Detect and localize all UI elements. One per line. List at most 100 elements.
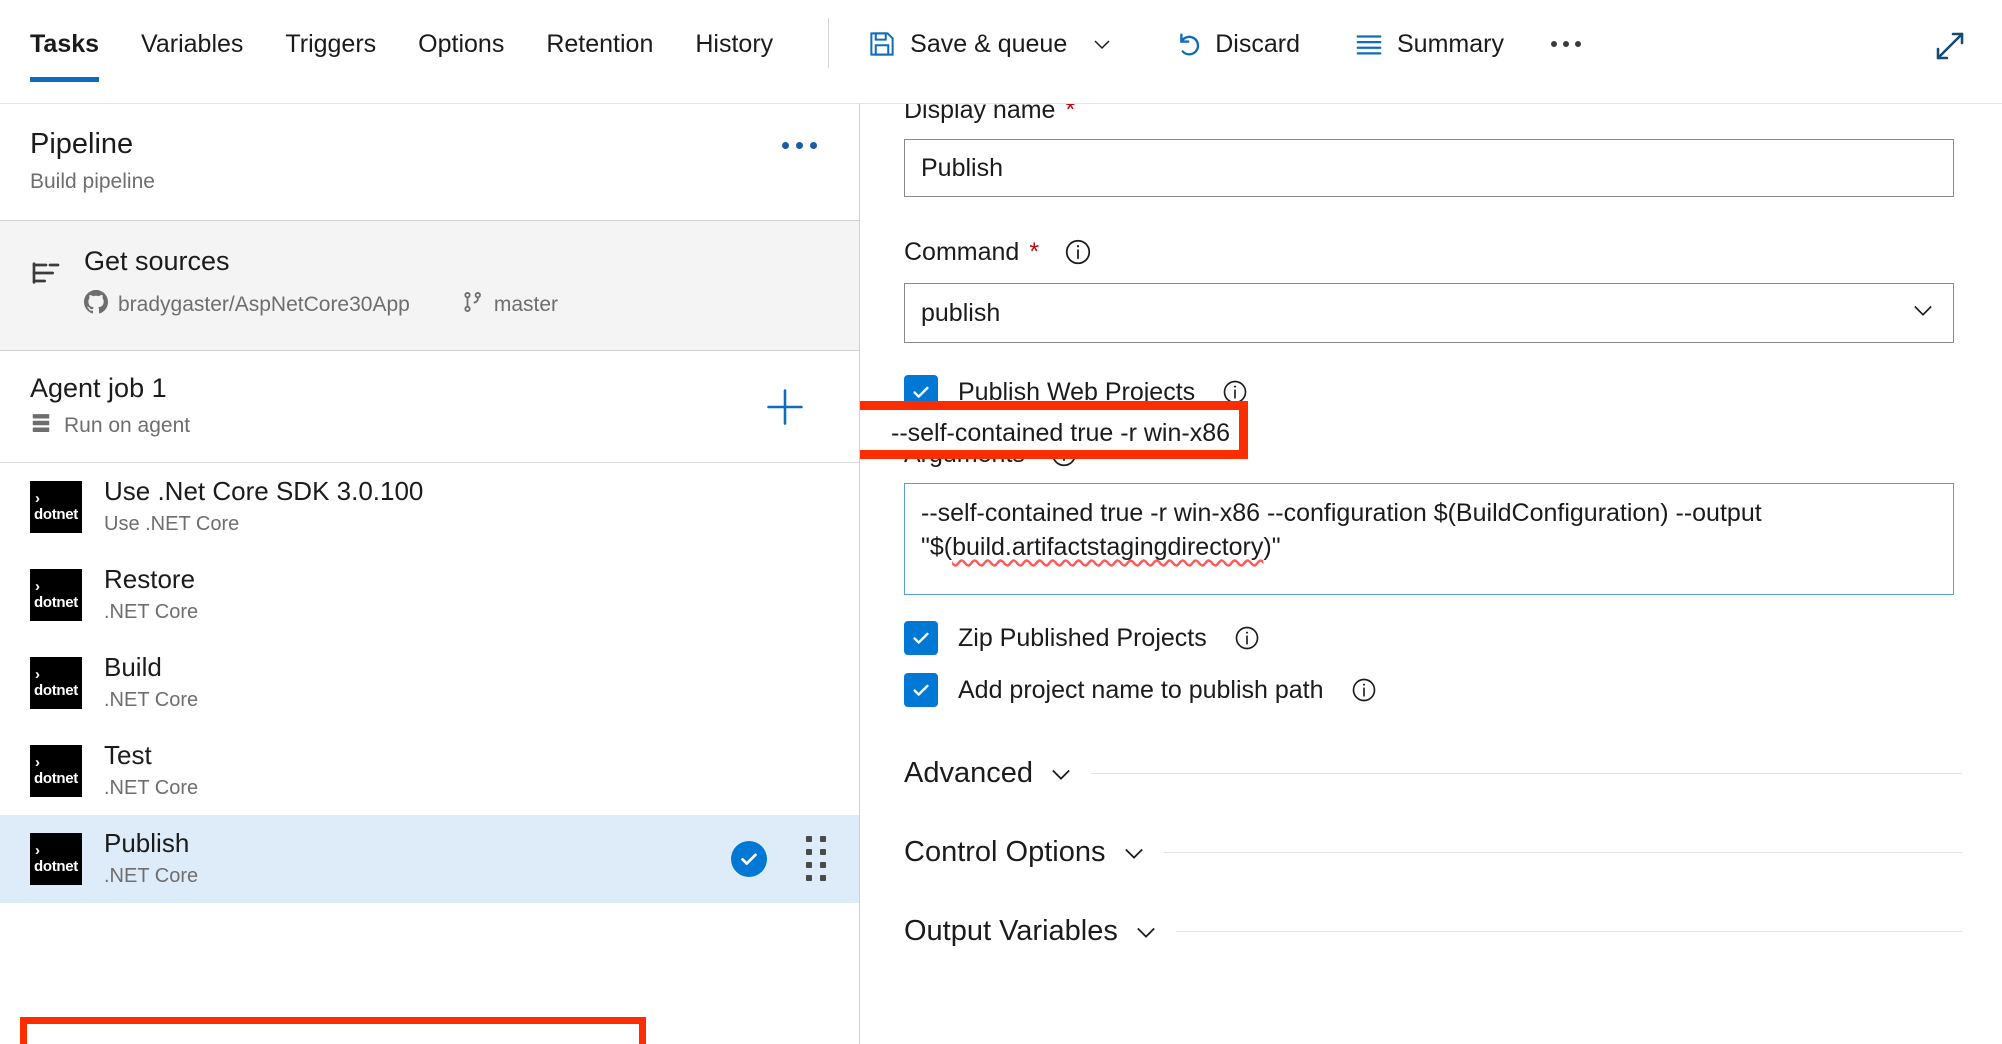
dotnet-icon: › dotnet: [30, 745, 82, 797]
agent-job-subtitle-row: Run on agent: [30, 412, 829, 440]
discard-label: Discard: [1215, 30, 1300, 59]
tab-triggers-label: Triggers: [285, 30, 376, 59]
chevron-down-icon[interactable]: [1047, 760, 1075, 788]
task-row[interactable]: › dotnet Restore .NET Core: [0, 551, 859, 639]
agent-job-node[interactable]: Agent job 1 Run on agent: [0, 351, 859, 463]
tab-options[interactable]: Options: [397, 0, 525, 88]
get-sources-icon: [30, 257, 62, 294]
task-text: Test .NET Core: [104, 741, 829, 800]
section-output-variables-label: Output Variables: [904, 915, 1118, 948]
command-select[interactable]: publish: [904, 283, 1954, 343]
task-subtitle: .NET Core: [104, 689, 829, 712]
task-name: Use .Net Core SDK 3.0.100: [104, 477, 829, 507]
tab-tasks[interactable]: Tasks: [30, 0, 120, 88]
task-enabled-check-icon[interactable]: [731, 841, 767, 877]
get-sources-node[interactable]: Get sources bradygaster/AspNetCore30App: [0, 221, 859, 350]
pipeline-tree-panel: Pipeline Build pipeline: [0, 103, 860, 1044]
github-icon: [84, 290, 108, 320]
chevron-down-icon[interactable]: [1090, 32, 1114, 56]
info-icon[interactable]: [1063, 237, 1093, 267]
app-header: Tasks Variables Triggers Options Retenti…: [0, 0, 2002, 103]
task-row[interactable]: › dotnet Test .NET Core: [0, 727, 859, 815]
divider: [1176, 931, 1962, 932]
task-text: Publish .NET Core: [104, 829, 709, 888]
tab-variables[interactable]: Variables: [120, 0, 264, 88]
grip-dot: [820, 862, 826, 868]
arguments-label: Arguments: [904, 439, 1972, 469]
task-list: › dotnet Use .Net Core SDK 3.0.100 Use .…: [0, 463, 859, 1044]
dotnet-label: dotnet: [34, 507, 78, 522]
section-control-options-label: Control Options: [904, 836, 1106, 869]
summary-label: Summary: [1397, 30, 1504, 59]
pipeline-more-button[interactable]: [782, 142, 817, 149]
arguments-textarea[interactable]: --self-contained true -r win-x86 --confi…: [904, 483, 1954, 595]
dotnet-label: dotnet: [34, 771, 78, 786]
display-name-input[interactable]: Publish: [904, 139, 1954, 197]
dotnet-chevron: ›: [35, 755, 40, 770]
grip-dot: [806, 849, 812, 855]
chevron-down-icon[interactable]: [1132, 918, 1160, 946]
required-asterisk: *: [1065, 103, 1075, 125]
plus-icon: [763, 385, 807, 429]
chevron-down-icon[interactable]: [1120, 839, 1148, 867]
pipeline-editor-app: Tasks Variables Triggers Options Retenti…: [0, 0, 2002, 1044]
dotnet-icon: › dotnet: [30, 657, 82, 709]
task-drag-handle[interactable]: [803, 836, 829, 881]
agent-job-title: Agent job 1: [30, 373, 829, 404]
add-project-name-checkbox[interactable]: [904, 673, 938, 707]
save-and-queue-button[interactable]: Save & queue: [851, 14, 1130, 74]
more-actions-button[interactable]: [1538, 14, 1594, 74]
info-icon[interactable]: [1049, 439, 1079, 469]
dotnet-icon: › dotnet: [30, 833, 82, 885]
section-advanced-label: Advanced: [904, 757, 1033, 790]
task-name: Publish: [104, 829, 709, 859]
grip-dot: [806, 875, 812, 881]
task-row[interactable]: › dotnet Build .NET Core: [0, 639, 859, 727]
grip-dot: [820, 849, 826, 855]
tab-retention[interactable]: Retention: [525, 0, 674, 88]
agent-job-subtitle: Run on agent: [64, 414, 190, 438]
section-control-options[interactable]: Control Options: [904, 836, 1972, 869]
info-icon[interactable]: [1350, 676, 1378, 704]
section-output-variables[interactable]: Output Variables: [904, 915, 1972, 948]
task-subtitle: .NET Core: [104, 865, 709, 888]
add-task-button[interactable]: [763, 385, 807, 429]
get-sources-title: Get sources: [84, 245, 829, 277]
summary-button[interactable]: Summary: [1338, 14, 1520, 74]
dotnet-icon: › dotnet: [30, 481, 82, 533]
tab-bar: Tasks Variables Triggers Options Retenti…: [0, 0, 794, 88]
dotnet-icon: › dotnet: [30, 569, 82, 621]
main-body: Pipeline Build pipeline: [0, 103, 2002, 1044]
dotnet-label: dotnet: [34, 859, 78, 874]
info-icon[interactable]: [1233, 624, 1261, 652]
branch-icon: [462, 291, 484, 319]
section-advanced[interactable]: Advanced: [904, 757, 1972, 790]
tab-triggers[interactable]: Triggers: [264, 0, 397, 88]
publish-web-projects-checkbox[interactable]: [904, 375, 938, 409]
branch-info: master: [462, 291, 558, 319]
pipeline-header[interactable]: Pipeline Build pipeline: [0, 104, 859, 221]
tab-history-label: History: [695, 30, 773, 59]
dot: [1575, 41, 1581, 47]
list-icon: [1354, 29, 1384, 59]
display-name-value: Publish: [921, 154, 1003, 183]
dot: [796, 142, 803, 149]
undo-icon: [1172, 29, 1202, 59]
required-asterisk: *: [1029, 238, 1039, 267]
task-row-publish-selected[interactable]: › dotnet Publish .NET Core: [0, 815, 859, 903]
task-name: Build: [104, 653, 829, 683]
expand-fullscreen-button[interactable]: [1926, 22, 1974, 70]
discard-button[interactable]: Discard: [1156, 14, 1316, 74]
info-icon[interactable]: [1221, 378, 1249, 406]
header-actions: Save & queue Discard: [851, 0, 1594, 88]
dotnet-chevron: ›: [35, 579, 40, 594]
task-row[interactable]: › dotnet Use .Net Core SDK 3.0.100 Use .…: [0, 463, 859, 551]
task-subtitle: .NET Core: [104, 601, 829, 624]
tab-history[interactable]: History: [674, 0, 794, 88]
zip-published-projects-checkbox[interactable]: [904, 621, 938, 655]
zip-published-projects-row: Zip Published Projects: [904, 621, 1972, 655]
tab-tasks-label: Tasks: [30, 30, 99, 59]
dotnet-label: dotnet: [34, 595, 78, 610]
add-project-name-label: Add project name to publish path: [958, 676, 1324, 705]
task-subtitle: .NET Core: [104, 777, 829, 800]
